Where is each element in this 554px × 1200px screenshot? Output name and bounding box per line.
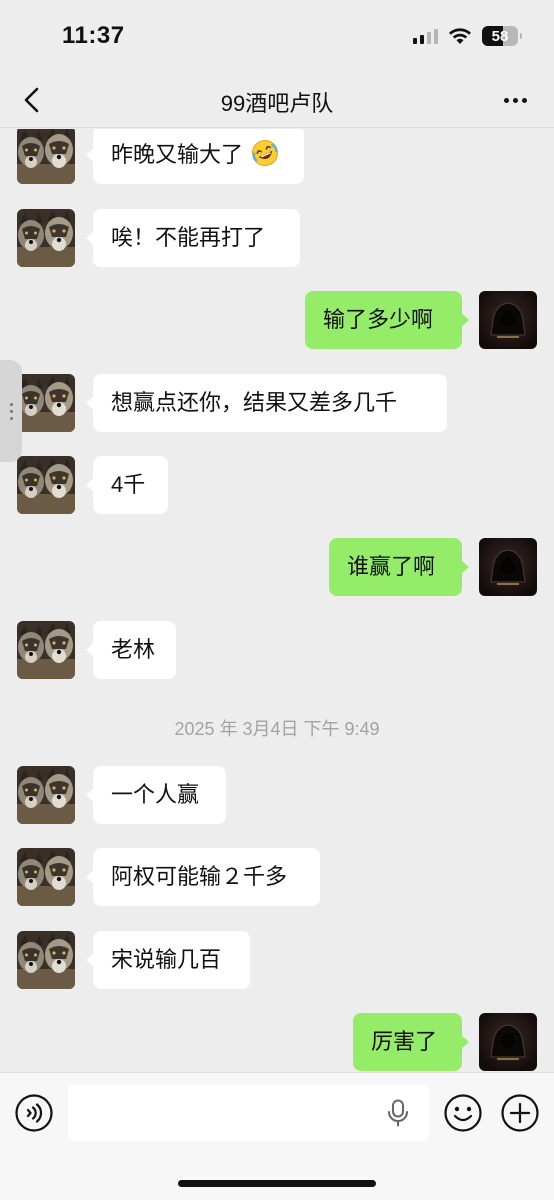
message-text: 厉害了: [371, 1029, 438, 1054]
message-bubble[interactable]: 输了多少啊: [305, 291, 469, 349]
message-bubble[interactable]: 4千: [86, 456, 168, 514]
message-bubble[interactable]: 唉！不能再打了: [86, 209, 300, 267]
voice-icon: [15, 1094, 53, 1132]
message-bubble[interactable]: 老林: [86, 621, 176, 679]
message-input[interactable]: [68, 1085, 429, 1141]
message-text: 老林: [111, 637, 156, 662]
received-message: 阿权可能输２千多: [0, 848, 554, 906]
wolf-avatar[interactable]: [17, 848, 75, 906]
more-icon: [503, 97, 509, 103]
message-bubble[interactable]: 谁赢了啊: [329, 538, 469, 596]
sent-message: 输了多少啊: [0, 291, 554, 349]
hooded-figure-avatar[interactable]: [479, 1013, 537, 1071]
wolf-avatar[interactable]: [17, 374, 75, 432]
more-button[interactable]: [498, 86, 532, 114]
message-text: 想赢点还你，结果又差多几千: [111, 390, 398, 415]
message-bubble[interactable]: 一个人赢: [86, 766, 226, 824]
chat-title: 99酒吧卢队: [220, 91, 334, 116]
message-text: 阿权可能输２千多: [111, 864, 288, 889]
message-bubble[interactable]: 厉害了: [353, 1013, 469, 1071]
message-text: 4千: [111, 472, 146, 497]
message-bubble[interactable]: 阿权可能输２千多: [86, 848, 320, 906]
wifi-icon: [449, 28, 471, 44]
message-text: 唉！不能再打了: [111, 225, 266, 250]
signal-icon: [413, 28, 438, 44]
mic-icon[interactable]: [386, 1099, 410, 1127]
sent-message: 厉害了: [0, 1013, 554, 1071]
chat-area[interactable]: 昨晚又输大了 唉！不能再打了 输了多少啊 想赢点还你，结果又差多几千 4千 谁赢…: [0, 129, 554, 1072]
wolf-avatar[interactable]: [17, 456, 75, 514]
message-timestamp: 2025 年 3月4日 下午 9:49: [174, 719, 380, 739]
emoji-button[interactable]: [443, 1093, 483, 1133]
voice-button[interactable]: [14, 1093, 54, 1133]
wolf-avatar[interactable]: [17, 766, 75, 824]
received-message: 想赢点还你，结果又差多几千: [0, 374, 554, 432]
wolf-avatar[interactable]: [17, 621, 75, 679]
message-bubble[interactable]: 昨晚又输大了: [86, 129, 304, 184]
side-drawer-handle[interactable]: [0, 360, 22, 462]
received-message: 老林: [0, 621, 554, 679]
more-functions-button[interactable]: [500, 1093, 540, 1133]
hooded-figure-avatar[interactable]: [479, 291, 537, 349]
wolf-avatar[interactable]: [17, 931, 75, 989]
message-text: 谁赢了啊: [347, 554, 436, 579]
home-indicator: [178, 1180, 376, 1187]
message-text: 昨晚又输大了: [111, 142, 244, 167]
received-message: 一个人赢: [0, 766, 554, 824]
status-bar: 11:37 58: [0, 0, 554, 72]
battery-icon: 58: [482, 26, 522, 46]
battery-level: 58: [491, 27, 509, 45]
received-message: 昨晚又输大了: [0, 129, 554, 184]
wolf-avatar[interactable]: [17, 129, 75, 184]
sent-message: 谁赢了啊: [0, 538, 554, 596]
message-text: 一个人赢: [111, 782, 200, 807]
message-text: 输了多少啊: [323, 307, 434, 332]
plus-icon: [501, 1094, 539, 1132]
wolf-avatar[interactable]: [17, 209, 75, 267]
hooded-figure-avatar[interactable]: [479, 538, 537, 596]
nav-bar: 99酒吧卢队: [0, 72, 554, 128]
status-icons: 58: [413, 24, 522, 48]
emoji-icon: [444, 1094, 482, 1132]
message-bubble[interactable]: 想赢点还你，结果又差多几千: [86, 374, 447, 432]
message-bubble[interactable]: 宋说输几百: [86, 931, 250, 989]
message-text: 宋说输几百: [111, 947, 222, 972]
received-message: 4千: [0, 456, 554, 514]
received-message: 唉！不能再打了: [0, 209, 554, 267]
status-time: 11:37: [62, 22, 125, 49]
received-message: 宋说输几百: [0, 931, 554, 989]
laughing-emoji-icon: [243, 140, 279, 167]
